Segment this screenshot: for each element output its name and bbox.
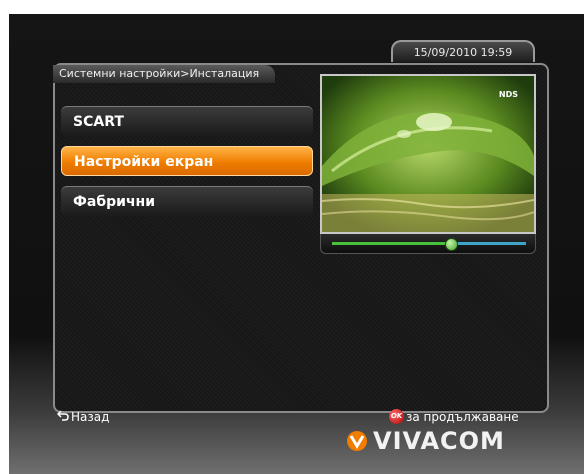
ok-button-icon: OK [389, 409, 404, 424]
slider-knob[interactable] [445, 238, 458, 251]
back-hint[interactable]: Назад [56, 409, 110, 424]
menu-item-scart[interactable]: SCART [61, 106, 313, 136]
slider-track-empty [454, 242, 526, 245]
leaf-image [322, 76, 534, 232]
nds-watermark: NDS [498, 90, 518, 99]
vivacom-logo: VIVACOM [345, 427, 505, 455]
back-label: Назад [71, 409, 110, 424]
volume-slider[interactable] [320, 234, 536, 254]
menu-item-label: Настройки екран [74, 154, 214, 170]
vivacom-v-icon [347, 431, 367, 451]
continue-label: за продължаване [406, 409, 519, 424]
menu-item-label: Фабрични [73, 194, 156, 210]
video-preview: NDS [320, 74, 536, 234]
menu-item-label: SCART [73, 114, 124, 130]
brand-name: VIVACOM [373, 427, 505, 455]
menu-item-factory[interactable]: Фабрични [61, 186, 313, 216]
continue-hint[interactable]: OK за продължаване [389, 409, 519, 424]
menu-item-screen-settings[interactable]: Настройки екран [61, 146, 313, 176]
slider-track-filled [332, 242, 448, 245]
breadcrumb: Системни настройки>Инсталация [53, 65, 276, 83]
datetime-tab: 15/09/2010 19:59 [391, 40, 535, 62]
return-arrow-icon [56, 409, 69, 424]
